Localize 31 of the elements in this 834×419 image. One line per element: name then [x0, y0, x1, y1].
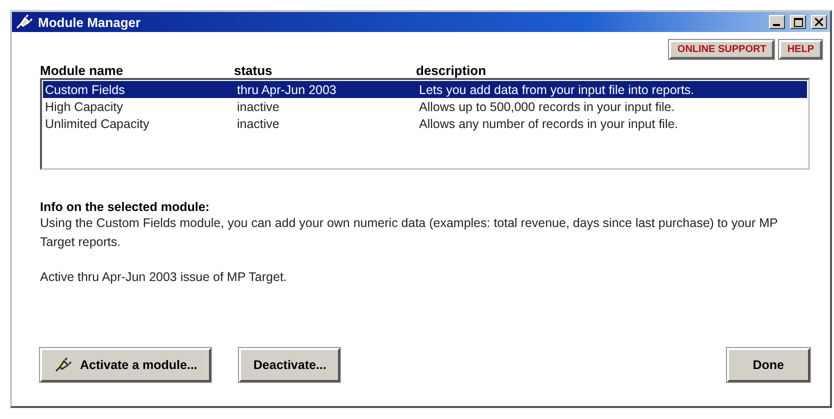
column-header: status [234, 63, 274, 78]
table-cell-text: Allows any number of records in your input file. [419, 116, 680, 130]
table-cell-text: Allows up to 500,000 records in your input file. [419, 100, 676, 114]
module-description: Using the Custom Fields module, you can add your own numeric data (examples: total revenue, days since last purchase) to your MP Target reports. [40, 215, 779, 251]
module-row[interactable]: High Capacity inactive Allows up to 500,000 records in your input file. [43, 98, 807, 115]
deactivate-button[interactable]: Deactivate... [239, 348, 340, 382]
maximize-button[interactable] [790, 15, 806, 29]
active-note: Active thru Apr-Jun 2003 issue of MP Target. [40, 270, 288, 284]
activate-button[interactable]: Activate a module... [40, 348, 212, 382]
table-cell-text: Custom Fields [45, 82, 126, 96]
table-cell-text: inactive [237, 116, 280, 130]
module-row[interactable]: Unlimited Capacity inactive Allows any number of records in your input file. [43, 115, 807, 132]
column-header: Module name [40, 63, 124, 78]
table-cell-text: thru Apr-Jun 2003 [237, 82, 338, 96]
close-button[interactable] [811, 15, 827, 29]
table-cell-text: Lets you add data from your input file into reports. [419, 82, 696, 96]
plug-icon [54, 357, 72, 373]
plug-icon [15, 14, 33, 30]
support-button[interactable]: ONLINE SUPPORT [669, 40, 774, 59]
done-button[interactable]: Done [726, 348, 810, 382]
minimize-button[interactable] [769, 15, 785, 29]
help-button[interactable]: HELP [779, 40, 822, 59]
column-header: description [416, 63, 488, 78]
module-row[interactable]: Custom Fields thru Apr-Jun 2003 Lets you add data from your input file into reports. [43, 81, 807, 98]
maximize-icon [794, 18, 802, 26]
table-cell-text: High Capacity [45, 100, 124, 114]
table-cell-text: Unlimited Capacity [45, 116, 150, 130]
info-heading: Info on the selected module: [40, 200, 210, 214]
close-icon [815, 18, 823, 26]
window-title: Module Manager [38, 14, 142, 30]
table-cell-text: inactive [237, 100, 280, 114]
